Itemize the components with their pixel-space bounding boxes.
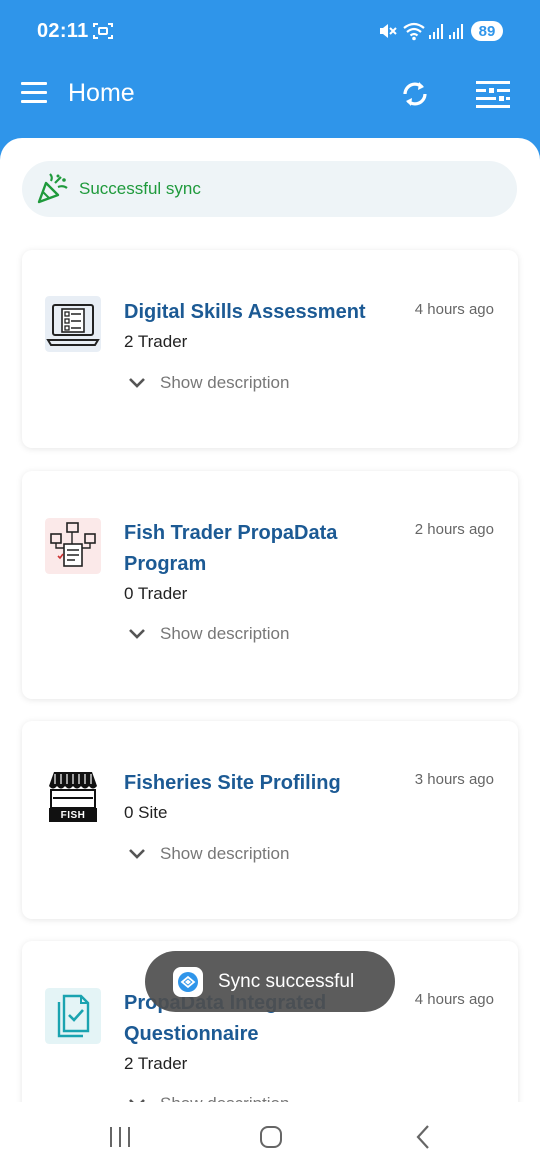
show-description-toggle[interactable]: Show description bbox=[128, 373, 289, 393]
app-logo-icon bbox=[173, 966, 203, 997]
show-description-label: Show description bbox=[160, 624, 290, 643]
card-timestamp: 4 hours ago bbox=[414, 991, 494, 1008]
app-bar: Home bbox=[0, 62, 540, 138]
program-card[interactable]: FISH Fisheries Site Profiling 0 Site 3 h… bbox=[22, 721, 518, 919]
signal-icon bbox=[429, 24, 443, 39]
wifi-icon bbox=[403, 22, 425, 41]
filter-icon[interactable] bbox=[474, 78, 512, 110]
screenshot-icon bbox=[93, 23, 113, 39]
back-icon[interactable] bbox=[414, 1124, 432, 1150]
hamburger-icon[interactable] bbox=[21, 82, 47, 104]
chevron-down-icon bbox=[129, 849, 145, 859]
recents-icon[interactable] bbox=[108, 1126, 132, 1148]
status-bar: 02:11 89 bbox=[0, 0, 540, 62]
card-subtitle: 0 Site bbox=[124, 803, 168, 822]
show-description-toggle[interactable]: Show description bbox=[128, 844, 289, 864]
card-timestamp: 3 hours ago bbox=[414, 771, 494, 788]
sync-icon[interactable] bbox=[398, 77, 432, 111]
card-timestamp: 2 hours ago bbox=[414, 521, 494, 538]
chevron-down-icon bbox=[129, 629, 145, 639]
document-check-icon bbox=[45, 988, 101, 1044]
workflow-diagram-icon bbox=[45, 518, 101, 574]
fish-shop-label: FISH bbox=[60, 810, 86, 821]
page-title: Home bbox=[68, 79, 135, 107]
show-description-toggle[interactable]: Show description bbox=[128, 624, 289, 644]
card-title: Digital Skills Assessment bbox=[124, 301, 366, 323]
card-title: Fisheries Site Profiling bbox=[124, 772, 341, 794]
program-card[interactable]: Digital Skills Assessment 2 Trader 4 hou… bbox=[22, 250, 518, 448]
sync-status-text: Successful sync bbox=[79, 179, 201, 198]
show-description-label: Show description bbox=[160, 844, 290, 863]
card-subtitle: 2 Trader bbox=[124, 332, 188, 351]
program-card[interactable]: Fish Trader PropaData Program 0 Trader 2… bbox=[22, 471, 518, 699]
laptop-checklist-icon bbox=[45, 296, 101, 352]
show-description-label: Show description bbox=[160, 1094, 289, 1102]
show-description-toggle[interactable]: Show description bbox=[128, 1094, 289, 1102]
card-subtitle: 2 Trader bbox=[124, 1054, 188, 1073]
show-description-label: Show description bbox=[160, 373, 290, 392]
signal-icon bbox=[449, 24, 463, 39]
card-timestamp: 4 hours ago bbox=[414, 301, 494, 318]
status-time: 02:11 bbox=[37, 20, 89, 42]
party-popper-icon bbox=[37, 173, 68, 204]
toast-notification: Sync successful bbox=[145, 951, 395, 1012]
home-nav-icon[interactable] bbox=[259, 1125, 283, 1149]
toast-text: Sync successful bbox=[218, 970, 355, 992]
system-nav-bar bbox=[0, 1102, 540, 1170]
battery-indicator: 89 bbox=[471, 21, 503, 41]
chevron-down-icon bbox=[129, 378, 145, 388]
card-title: Fish Trader PropaData Program bbox=[124, 522, 338, 575]
card-subtitle: 0 Trader bbox=[124, 584, 188, 603]
sync-status-banner: Successful sync bbox=[22, 161, 517, 217]
mute-icon bbox=[380, 24, 397, 38]
